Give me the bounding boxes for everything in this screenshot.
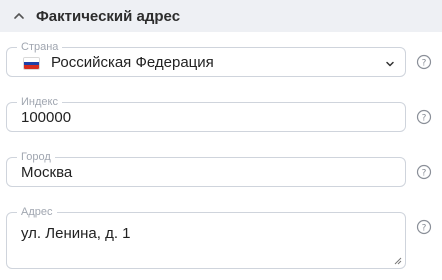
country-select[interactable]: Страна Российская Федерация <box>6 40 406 77</box>
country-value: Российская Федерация <box>51 54 214 71</box>
section-header-actual-address[interactable]: Фактический адрес <box>0 0 442 32</box>
svg-text:?: ? <box>422 114 427 124</box>
index-value: 100000 <box>21 109 72 126</box>
help-circle-icon[interactable]: ? <box>416 109 432 125</box>
help-circle-icon[interactable]: ? <box>416 164 432 180</box>
country-label: Страна <box>17 40 63 54</box>
city-label: Город <box>17 150 55 164</box>
chevron-up-icon[interactable] <box>12 9 26 23</box>
resize-handle-icon[interactable] <box>394 257 402 265</box>
index-label: Индекс <box>17 95 62 109</box>
index-field[interactable]: Индекс 100000 <box>6 95 406 132</box>
svg-text:?: ? <box>422 59 427 69</box>
help-circle-icon[interactable]: ? <box>416 219 432 235</box>
city-field[interactable]: Город Москва <box>6 150 406 187</box>
address-value: ул. Ленина, д. 1 <box>21 225 131 242</box>
chevron-down-icon[interactable] <box>385 59 395 69</box>
city-value: Москва <box>21 164 73 181</box>
svg-text:?: ? <box>422 224 427 234</box>
svg-text:?: ? <box>422 169 427 179</box>
address-label: Адрес <box>17 205 57 219</box>
section-title: Фактический адрес <box>36 8 181 25</box>
help-circle-icon[interactable]: ? <box>416 54 432 70</box>
address-textarea[interactable]: Адрес ул. Ленина, д. 1 <box>6 205 406 269</box>
russia-flag-icon <box>23 57 40 70</box>
